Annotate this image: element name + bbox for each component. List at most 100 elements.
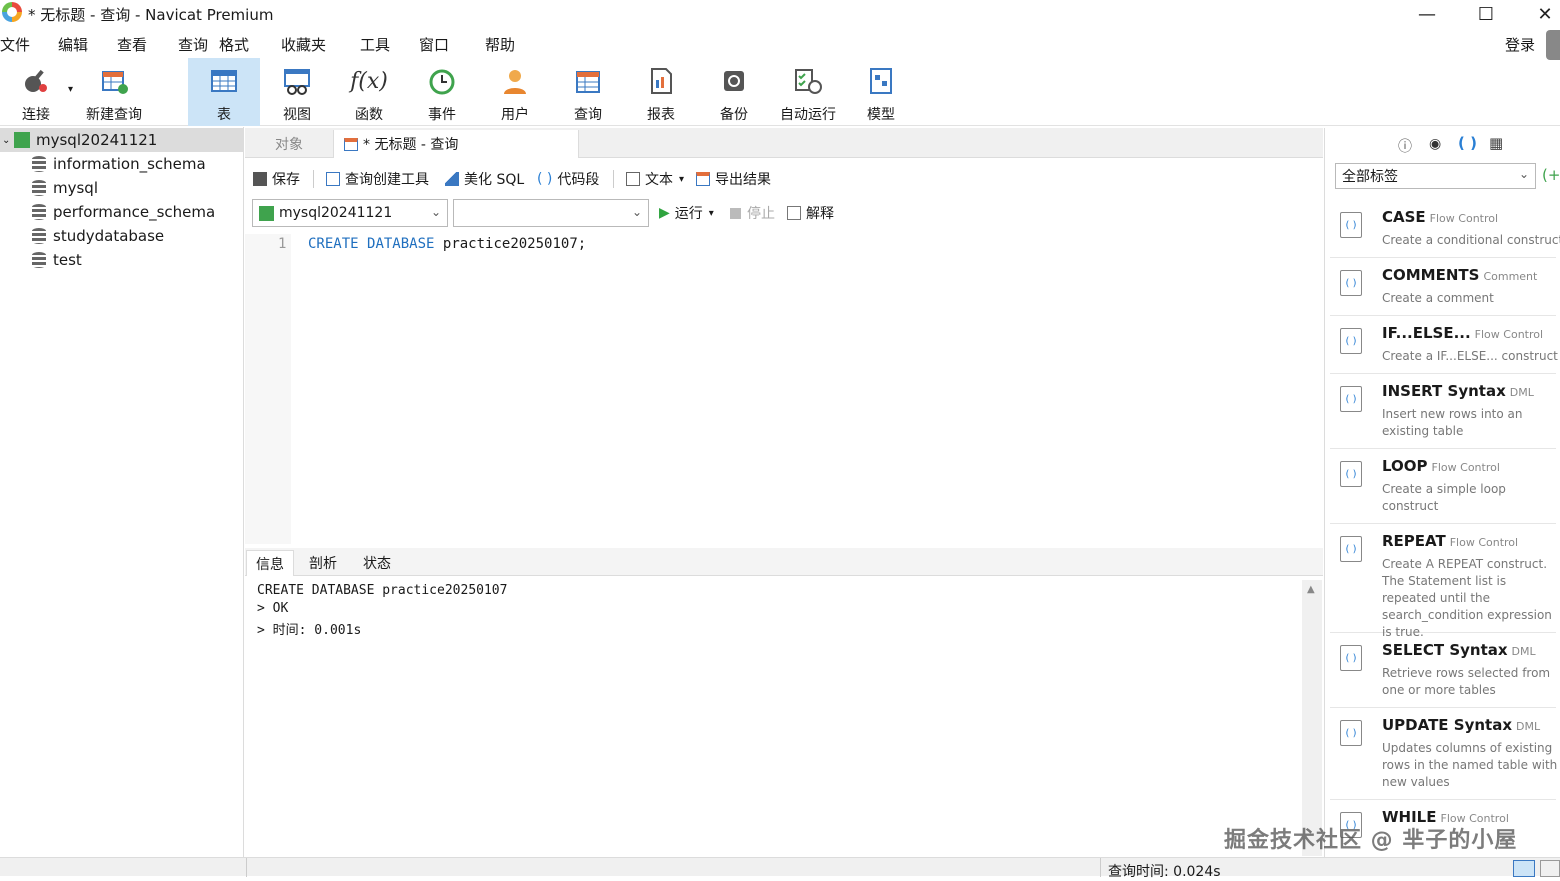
document-icon bbox=[626, 172, 640, 186]
mysql-connection-icon bbox=[259, 205, 274, 221]
backup-icon bbox=[719, 66, 749, 96]
snippet-item[interactable]: ( ) IF...ELSE... Flow Control Create a IF… bbox=[1330, 316, 1558, 374]
main-toolbar: 连接 ▾ 新建查询 表 视图 f(x) 函数 事件 用户 查询 报表 备份 自动… bbox=[0, 58, 1560, 126]
line-number: 1 bbox=[278, 236, 287, 252]
table-button[interactable]: 表 bbox=[188, 58, 260, 126]
tree-database[interactable]: mysql bbox=[0, 176, 244, 200]
menu-bar: 文件 编辑 查看 查询 格式 收藏夹 工具 窗口 帮助 登录 bbox=[0, 30, 1560, 60]
message-line: CREATE DATABASE practice20250107 bbox=[257, 583, 508, 598]
menu-window[interactable]: 窗口 bbox=[419, 34, 449, 55]
export-results-button[interactable]: 导出结果 bbox=[696, 164, 771, 194]
connection-select[interactable]: mysql20241121 ⌄ bbox=[252, 199, 448, 227]
menu-query[interactable]: 查询 bbox=[178, 34, 208, 55]
login-link[interactable]: 登录 bbox=[1505, 34, 1535, 55]
connection-name: mysql20241121 bbox=[36, 131, 158, 149]
menu-file[interactable]: 文件 bbox=[0, 34, 30, 55]
snippet-file-icon: ( ) bbox=[1340, 720, 1362, 746]
tree-database[interactable]: performance_schema bbox=[0, 200, 244, 224]
grid-icon[interactable]: ▦ bbox=[1489, 134, 1503, 152]
tab-message[interactable]: 信息 bbox=[246, 550, 294, 576]
snippet-file-icon: ( ) bbox=[1340, 645, 1362, 671]
tree-connection[interactable]: ⌄ mysql20241121 bbox=[0, 128, 244, 152]
code-snippet-button[interactable]: ( ) 代码段 bbox=[537, 164, 599, 194]
scroll-up-icon[interactable]: ▲ bbox=[1307, 584, 1315, 595]
menu-tools[interactable]: 工具 bbox=[360, 34, 390, 55]
snippet-item[interactable]: ( ) REPEAT Flow Control Create A REPEAT c… bbox=[1330, 524, 1556, 639]
database-icon bbox=[32, 180, 46, 196]
tab-objects[interactable]: 对象 bbox=[245, 130, 333, 158]
maximize-icon[interactable]: ☐ bbox=[1463, 0, 1509, 28]
layout-toggle-icon[interactable] bbox=[1540, 860, 1560, 877]
tree-database[interactable]: information_schema bbox=[0, 152, 244, 176]
minimize-icon[interactable]: — bbox=[1404, 0, 1450, 28]
tag-filter-select[interactable]: 全部标签 ⌄ bbox=[1335, 163, 1536, 189]
view-icon bbox=[282, 66, 312, 96]
scrollbar[interactable]: ▲ bbox=[1302, 580, 1322, 856]
tree-database[interactable]: studydatabase bbox=[0, 224, 244, 248]
query-button[interactable]: 查询 bbox=[553, 58, 623, 126]
query-builder-button[interactable]: 查询创建工具 bbox=[326, 164, 429, 194]
new-query-button[interactable]: 新建查询 bbox=[80, 58, 148, 126]
database-name: studydatabase bbox=[53, 227, 165, 245]
info-icon[interactable]: ⓘ bbox=[1398, 136, 1412, 156]
tab-profile[interactable]: 剖析 bbox=[300, 550, 346, 576]
chevron-down-icon[interactable]: ⌄ bbox=[2, 135, 14, 146]
save-button[interactable]: 保存 bbox=[253, 164, 300, 194]
snippet-item[interactable]: ( ) LOOP Flow Control Create a simple loo… bbox=[1330, 449, 1556, 524]
connect-dropdown-icon[interactable]: ▾ bbox=[68, 84, 73, 95]
model-icon bbox=[866, 66, 896, 96]
beautify-sql-button[interactable]: 美化 SQL bbox=[445, 164, 524, 194]
chevron-down-icon[interactable]: ▾ bbox=[709, 208, 714, 219]
layout-toggle-icon[interactable] bbox=[1513, 860, 1535, 877]
menu-edit[interactable]: 编辑 bbox=[58, 34, 88, 55]
menu-favorites[interactable]: 收藏夹 bbox=[281, 34, 326, 55]
snippet-item[interactable]: ( ) COMMENTS Comment Create a comment bbox=[1330, 258, 1556, 316]
chevron-down-icon: ⌄ bbox=[430, 205, 441, 219]
event-button[interactable]: 事件 bbox=[407, 58, 477, 126]
tree-database[interactable]: test bbox=[0, 248, 244, 272]
database-icon bbox=[32, 156, 46, 172]
function-button[interactable]: f(x) 函数 bbox=[334, 58, 404, 126]
run-button[interactable]: ▶ 运行 ▾ bbox=[659, 199, 714, 227]
message-line: > OK bbox=[257, 601, 289, 616]
snippet-item[interactable]: ( ) UPDATE Syntax DML Updates columns of … bbox=[1330, 708, 1557, 800]
database-icon bbox=[32, 252, 46, 268]
database-select[interactable]: ⌄ bbox=[453, 199, 649, 227]
wand-icon bbox=[445, 172, 459, 186]
divider bbox=[246, 858, 247, 877]
result-tabs: 信息 剖析 状态 bbox=[245, 548, 1323, 576]
menu-help[interactable]: 帮助 bbox=[485, 34, 515, 55]
divider bbox=[313, 170, 314, 188]
backup-button[interactable]: 备份 bbox=[699, 58, 769, 126]
auto-run-button[interactable]: 自动运行 bbox=[772, 58, 844, 126]
view-button[interactable]: 视图 bbox=[262, 58, 332, 126]
line-gutter: 1 bbox=[245, 234, 291, 544]
query-time: 查询时间: 0.024s bbox=[1108, 864, 1221, 880]
menu-format[interactable]: 格式 bbox=[219, 34, 249, 55]
snippet-file-icon: ( ) bbox=[1340, 212, 1362, 238]
close-icon[interactable]: ✕ bbox=[1522, 0, 1560, 28]
add-snippet-icon[interactable]: (+ bbox=[1542, 166, 1560, 184]
tab-status[interactable]: 状态 bbox=[354, 550, 400, 576]
account-icon[interactable] bbox=[1546, 30, 1560, 60]
model-button[interactable]: 模型 bbox=[846, 58, 916, 126]
explain-button[interactable]: 解释 bbox=[787, 199, 834, 227]
user-button[interactable]: 用户 bbox=[480, 58, 550, 126]
sql-editor[interactable]: 1 CREATE DATABASE practice20250107; bbox=[245, 234, 1323, 544]
snippet-item[interactable]: ( ) SELECT Syntax DML Retrieve rows selec… bbox=[1330, 633, 1556, 708]
function-icon: f(x) bbox=[350, 68, 388, 94]
connect-button[interactable]: 连接 bbox=[6, 58, 66, 126]
chevron-down-icon: ⌄ bbox=[631, 205, 642, 219]
snippet-item[interactable]: ( ) CASE Flow Control Create a conditiona… bbox=[1330, 200, 1560, 258]
database-icon bbox=[32, 204, 46, 220]
report-button[interactable]: 报表 bbox=[626, 58, 696, 126]
code-snippet-icon[interactable]: ( ) bbox=[1458, 134, 1477, 152]
stop-button[interactable]: 停止 bbox=[730, 199, 775, 227]
preview-icon[interactable]: ◉ bbox=[1429, 136, 1441, 152]
snippet-file-icon: ( ) bbox=[1340, 461, 1362, 487]
menu-view[interactable]: 查看 bbox=[117, 34, 147, 55]
snippet-item[interactable]: ( ) INSERT Syntax DML Insert new rows int… bbox=[1330, 374, 1556, 449]
tab-query[interactable]: * 无标题 - 查询 bbox=[333, 130, 579, 158]
play-icon: ▶ bbox=[659, 205, 670, 221]
text-button[interactable]: 文本 ▾ bbox=[626, 164, 684, 194]
